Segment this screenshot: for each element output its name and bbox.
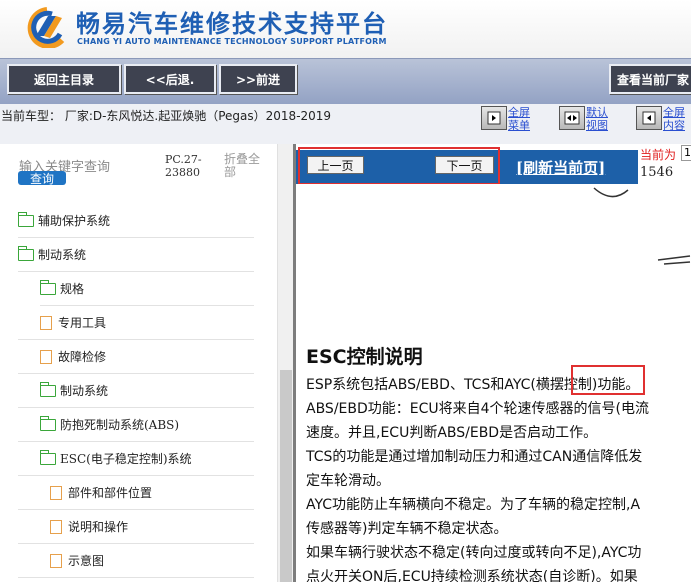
sidebar-scrollbar[interactable] <box>277 144 293 582</box>
diagram-fragment-right <box>657 255 691 265</box>
back-button[interactable]: <<后退. <box>124 64 216 94</box>
tree-item-label: 部件和部件位置 <box>68 486 153 500</box>
toolbar: 返回主目录 <<后退. >>前进 查看当前厂家 <box>0 58 691 104</box>
document-title: ESC控制说明 <box>306 346 423 368</box>
tree-item-troubleshooting[interactable]: 故障检修 <box>18 340 254 374</box>
scrollbar-thumb[interactable] <box>280 370 292 582</box>
page-number: 1546 <box>640 165 674 180</box>
app-title: 畅易汽车维修技术支持平台 <box>76 10 388 38</box>
content-pane: 上一页 下一页 [刷新当前页] 当前为 1 1546 ESC控制说明 ESP系统… <box>296 144 691 582</box>
pc-code-text: PC.27-23880 <box>165 153 202 179</box>
folder-icon <box>39 381 56 397</box>
tree-item-special-tools[interactable]: 专用工具 <box>18 306 254 340</box>
pager-highlight-box <box>298 147 500 185</box>
document-line: TCS的功能是通过增加制动压力和通过CAN通信降低发 <box>306 449 643 465</box>
document-line: 传感器等)判定车辆不稳定状态。 <box>306 521 508 537</box>
diagram-fragment-top <box>593 187 629 198</box>
file-icon <box>50 553 62 568</box>
tree-item-label: 专用工具 <box>58 316 107 330</box>
document-line: AYC功能防止车辆横向不稳定。为了车辆的稳定控制,A <box>306 497 641 513</box>
file-icon <box>50 485 62 500</box>
tree-item-abs[interactable]: 防抱死制动系统(ABS) <box>18 408 254 442</box>
fullscreen-content-icon <box>636 106 662 130</box>
file-icon <box>40 315 52 330</box>
tree-item-label: 说明和操作 <box>68 520 129 534</box>
document-line: 如果车辆行驶状态不稳定(转向过度或转向不足),AYC功 <box>306 545 642 561</box>
folder-open-icon <box>17 245 34 261</box>
current-page-input[interactable]: 1 <box>681 145 691 161</box>
default-view-icon <box>559 106 585 130</box>
tree-item-esc[interactable]: ESC(电子稳定控制)系统 <box>18 442 254 476</box>
tree-item-label: 故障检修 <box>58 350 107 364</box>
tree-item-schematic[interactable]: 示意图 <box>18 544 254 578</box>
search-button[interactable]: 查询 <box>18 171 66 186</box>
app-subtitle: CHANG YI AUTO MAINTENANCE TECHNOLOGY SUP… <box>77 37 387 46</box>
file-icon <box>40 349 52 364</box>
tree-view: 辅助保护系统 制动系统 规格 专用工具 故障检修 制动系统 防抱死制动系统(AB… <box>0 190 276 582</box>
document-line: ABS/EBD功能：ECU将来自4个轮速传感器的信号(电流 <box>306 401 650 417</box>
tree-item-components-location[interactable]: 部件和部件位置 <box>18 476 254 510</box>
sidebar: 输入关键字查询 查询 PC.27-23880 折叠全部 辅助保护系统 制动系统 … <box>0 144 293 582</box>
tree-item-label: 防抱死制动系统(ABS) <box>60 418 180 432</box>
fullscreen-menu-button[interactable]: 全屏菜单 <box>481 106 534 132</box>
collapse-all-button[interactable]: 折叠全部 <box>224 153 264 179</box>
current-page-label: 当前为 <box>640 148 677 162</box>
logo-icon <box>27 7 65 48</box>
file-icon <box>50 519 62 534</box>
fullscreen-content-label[interactable]: 全屏内容 <box>663 106 689 132</box>
tree-item-auxiliary-protection[interactable]: 辅助保护系统 <box>17 204 254 238</box>
view-current-manufacturer-button[interactable]: 查看当前厂家 <box>609 64 691 94</box>
default-view-button[interactable]: 默认视图 <box>559 106 612 132</box>
tree-item-description-operation[interactable]: 说明和操作 <box>18 510 254 544</box>
current-model-text: 当前车型： 厂家:D-东风悦达.起亚焕驰（Pegas）2018-2019 <box>1 109 332 123</box>
tree-item-label: 制动系统 <box>38 248 87 262</box>
tree-item-label: ESC(电子稳定控制)系统 <box>60 452 192 466</box>
folder-icon <box>39 279 56 295</box>
app-header: 畅易汽车维修技术支持平台 CHANG YI AUTO MAINTENANCE T… <box>0 0 691 58</box>
tree-item-label: 制动系统 <box>60 384 109 398</box>
document-line: 定车轮滑动。 <box>306 473 390 489</box>
folder-open-icon <box>39 449 56 465</box>
text-highlight-box <box>571 365 645 395</box>
tree-item-label: 示意图 <box>68 554 105 568</box>
tree-item-label: 规格 <box>60 282 85 296</box>
folder-icon <box>39 415 56 431</box>
default-view-label[interactable]: 默认视图 <box>586 106 612 132</box>
tree-item-brake-system[interactable]: 制动系统 <box>17 238 254 272</box>
forward-button[interactable]: >>前进 <box>219 64 297 94</box>
tree-item-specifications[interactable]: 规格 <box>39 272 254 306</box>
tree-item-brake-system-sub[interactable]: 制动系统 <box>18 374 254 408</box>
refresh-page-link[interactable]: [刷新当前页] <box>516 157 605 178</box>
fullscreen-menu-icon <box>481 106 507 130</box>
search-area: 输入关键字查询 查询 PC.27-23880 折叠全部 <box>0 144 293 190</box>
tree-item-label: 辅助保护系统 <box>38 214 111 228</box>
document-line: 速度。并且,ECU判断ABS/EBD是否启动工作。 <box>306 425 598 441</box>
fullscreen-content-button[interactable]: 全屏内容 <box>636 106 689 132</box>
document-line: 点火开关ON后,ECU持续检测系统状态(自诊断)。如果 <box>306 569 638 582</box>
fullscreen-menu-label[interactable]: 全屏菜单 <box>508 106 534 132</box>
info-bar: 当前车型： 厂家:D-东风悦达.起亚焕驰（Pegas）2018-2019 全屏菜… <box>0 104 691 144</box>
home-button[interactable]: 返回主目录 <box>7 64 121 94</box>
folder-icon <box>17 211 34 227</box>
